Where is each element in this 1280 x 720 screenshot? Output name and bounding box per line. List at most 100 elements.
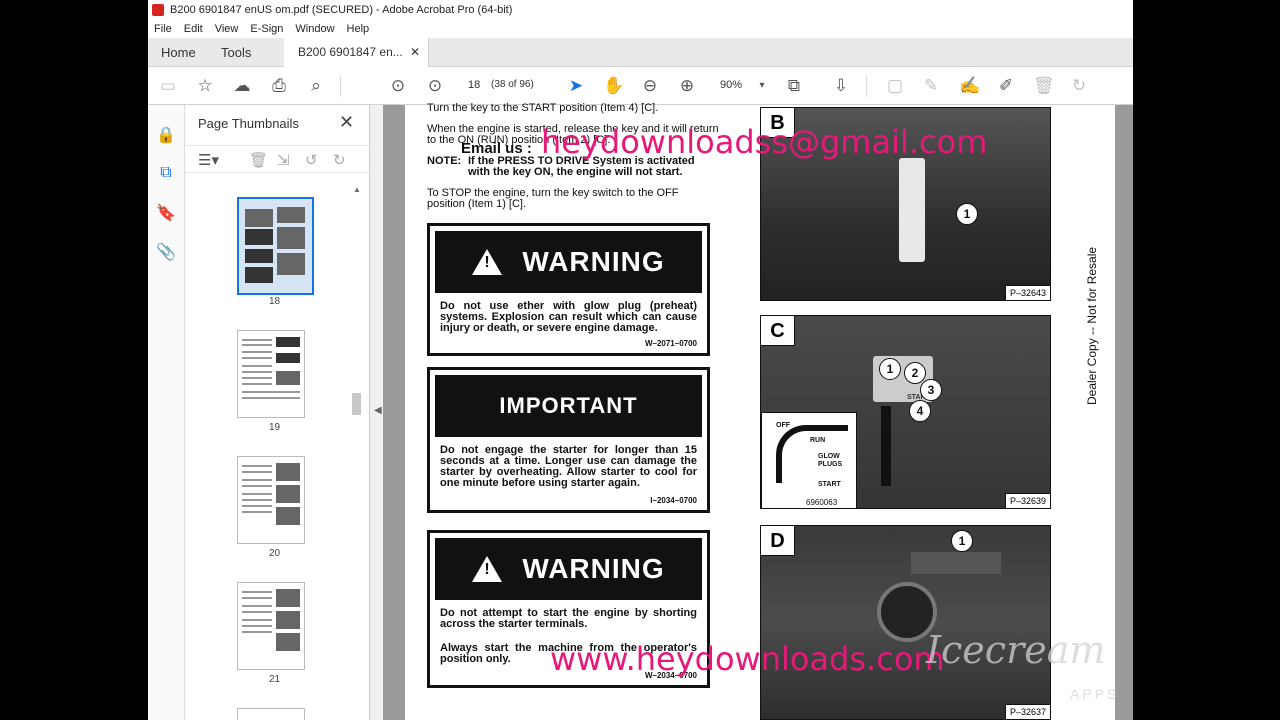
key-positions-inset: OFF RUN GLOW PLUGS START 6960063 (761, 412, 857, 508)
inset-label: START (818, 481, 841, 488)
zoom-in-icon[interactable]: ⊕ (677, 76, 697, 96)
tab-document-label: B200 6901847 en... (298, 45, 403, 59)
photo-c: C START 1 2 3 4 OFF RUN GLOW PLUGS START… (760, 315, 1051, 509)
warning-triangle-icon (472, 556, 503, 582)
callout-number: 1 (879, 358, 901, 380)
page-number-input[interactable]: 18 (468, 79, 480, 91)
save-icon[interactable]: ▭ (158, 76, 178, 96)
page-thumbnails-panel: Page Thumbnails ✕ ☰▾ 🗑 ⇲ ↺ ↻ 18 19 20 21… (185, 105, 370, 720)
tab-tools[interactable]: Tools (221, 38, 251, 67)
page-thumbnails-icon[interactable]: ⧉ (156, 164, 176, 184)
select-cursor-icon[interactable]: ➤ (566, 76, 586, 96)
title-bar: B200 6901847 enUS om.pdf (SECURED) - Ado… (148, 0, 1133, 20)
thumbnail-page-18[interactable] (237, 197, 314, 295)
callout-number: 1 (951, 530, 973, 552)
window-title: B200 6901847 enUS om.pdf (SECURED) - Ado… (170, 4, 513, 16)
sign-icon[interactable]: ✍ (959, 76, 980, 96)
photo-code: P–32643 (1004, 285, 1050, 300)
tab-bar: Home Tools B200 6901847 en... ✕ (148, 38, 1133, 67)
note-label: NOTE: (427, 155, 462, 167)
thumbnail-label: 21 (269, 674, 281, 685)
redo-icon[interactable]: ↻ (333, 151, 346, 169)
thumbnail-label: 20 (269, 548, 281, 559)
delete-pages-icon[interactable]: 🗑 (249, 151, 268, 169)
watermark-site: www.heydownloads.com (550, 640, 945, 678)
thumbnail-page-19[interactable] (237, 330, 305, 418)
warning-code: W–2071–0700 (644, 339, 697, 348)
callout-number: 2 (904, 362, 926, 384)
menu-help[interactable]: Help (341, 23, 376, 35)
fill-sign-icon[interactable]: ✐ (996, 76, 1016, 96)
photo-d: D 1 P–32637 (760, 525, 1051, 720)
inset-label: OFF (776, 422, 790, 429)
important-box-starter: IMPORTANT Do not engage the starter for … (427, 367, 710, 513)
thumbnail-page-20[interactable] (237, 456, 305, 544)
photo-letter: D (761, 526, 795, 556)
indicator-panel (911, 552, 1001, 574)
photo-code: P–32637 (1004, 704, 1050, 719)
menu-window[interactable]: Window (289, 23, 340, 35)
doc-line: with the key ON, the engine will not sta… (468, 166, 683, 178)
thumbnail-options-icon[interactable]: ☰▾ (198, 151, 219, 169)
scroll-up-arrow-icon[interactable]: ▲ (353, 185, 361, 194)
thumbnail-tools: ☰▾ 🗑 ⇲ ↺ ↻ (185, 145, 369, 173)
close-panel-icon[interactable]: ✕ (339, 112, 354, 133)
callout-number: 3 (920, 379, 942, 401)
photo-code: P–32639 (1004, 493, 1050, 508)
inset-label: RUN (810, 437, 826, 444)
menu-view[interactable]: View (209, 23, 245, 35)
previous-page-icon[interactable]: ⊙ (388, 76, 408, 96)
acrobat-logo-icon (152, 4, 164, 16)
page-count: (38 of 96) (491, 79, 534, 90)
thumbnail-page-next[interactable] (237, 708, 305, 720)
undo-icon[interactable]: ↺ (305, 151, 318, 169)
menu-file[interactable]: File (148, 23, 178, 35)
callout-number: 1 (956, 203, 978, 225)
thumbnail-label: 19 (269, 422, 281, 433)
hand-tool-icon[interactable]: ✋ (603, 76, 624, 96)
toolbar: ▭ ☆ ☁ ⎙ ⌕ ⊙ ⊙ 18 (38 of 96) ➤ ✋ ⊖ ⊕ 90% … (148, 67, 1133, 105)
rotate-icon[interactable]: ↻ (1069, 76, 1089, 96)
lock-icon[interactable]: 🔒 (156, 125, 176, 145)
print-icon[interactable]: ⎙ (269, 76, 289, 96)
zoom-dropdown-chevron-icon[interactable]: ▾ (752, 76, 772, 96)
close-tab-icon[interactable]: ✕ (410, 38, 420, 67)
bookmarks-icon[interactable]: 🔖 (156, 203, 176, 223)
menu-edit[interactable]: Edit (178, 23, 209, 35)
extract-pages-icon[interactable]: ⇲ (277, 151, 290, 169)
scroll-mode-icon[interactable]: ⇩ (831, 76, 851, 96)
thumbnail-page-21[interactable] (237, 582, 305, 670)
zoom-level-select[interactable]: 90% (720, 79, 742, 91)
important-code: I–2034–0700 (650, 496, 697, 505)
watermark-email: heydownloadss@gmail.com (541, 123, 988, 161)
thumbnail-scroll-thumb[interactable] (352, 393, 361, 415)
acrobat-window: B200 6901847 enUS om.pdf (SECURED) - Ado… (148, 0, 1133, 720)
search-icon[interactable]: ⌕ (306, 76, 326, 96)
key (881, 406, 891, 486)
bookmark-star-icon[interactable]: ☆ (195, 76, 215, 96)
highlight-pen-icon[interactable]: ✎ (921, 76, 941, 96)
doc-line: position (Item 1) [C]. (427, 198, 527, 210)
watermark-email-label: Email us : (461, 140, 532, 157)
warning-triangle-icon (472, 249, 503, 275)
warning-body: Do not attempt to start the engine by sh… (440, 607, 697, 630)
control-pod (899, 158, 925, 262)
delete-icon[interactable]: 🗑 (1033, 76, 1055, 96)
comment-icon[interactable]: ▢ (885, 76, 905, 96)
tab-document[interactable]: B200 6901847 en... ✕ (284, 38, 429, 67)
thumbnail-scrollbar[interactable] (351, 185, 361, 715)
toolbar-separator (340, 75, 341, 97)
callout-number: 4 (909, 400, 931, 422)
attachments-paperclip-icon[interactable]: 📎 (156, 242, 176, 262)
upload-cloud-icon[interactable]: ☁ (232, 76, 252, 96)
important-body: Do not engage the starter for longer tha… (440, 444, 697, 489)
menu-esign[interactable]: E-Sign (244, 23, 289, 35)
tab-home[interactable]: Home (161, 38, 196, 67)
side-disclaimer: Dealer Copy -- Not for Resale (1085, 246, 1099, 405)
next-page-icon[interactable]: ⊙ (425, 76, 445, 96)
page-fit-icon[interactable]: ⧉ (784, 76, 804, 96)
zoom-out-icon[interactable]: ⊖ (640, 76, 660, 96)
warning-body: Do not use ether with glow plug (preheat… (440, 300, 697, 334)
warning-box-ether: WARNING Do not use ether with glow plug … (427, 223, 710, 356)
collapse-panel-arrow-icon[interactable]: ◀ (374, 405, 382, 416)
